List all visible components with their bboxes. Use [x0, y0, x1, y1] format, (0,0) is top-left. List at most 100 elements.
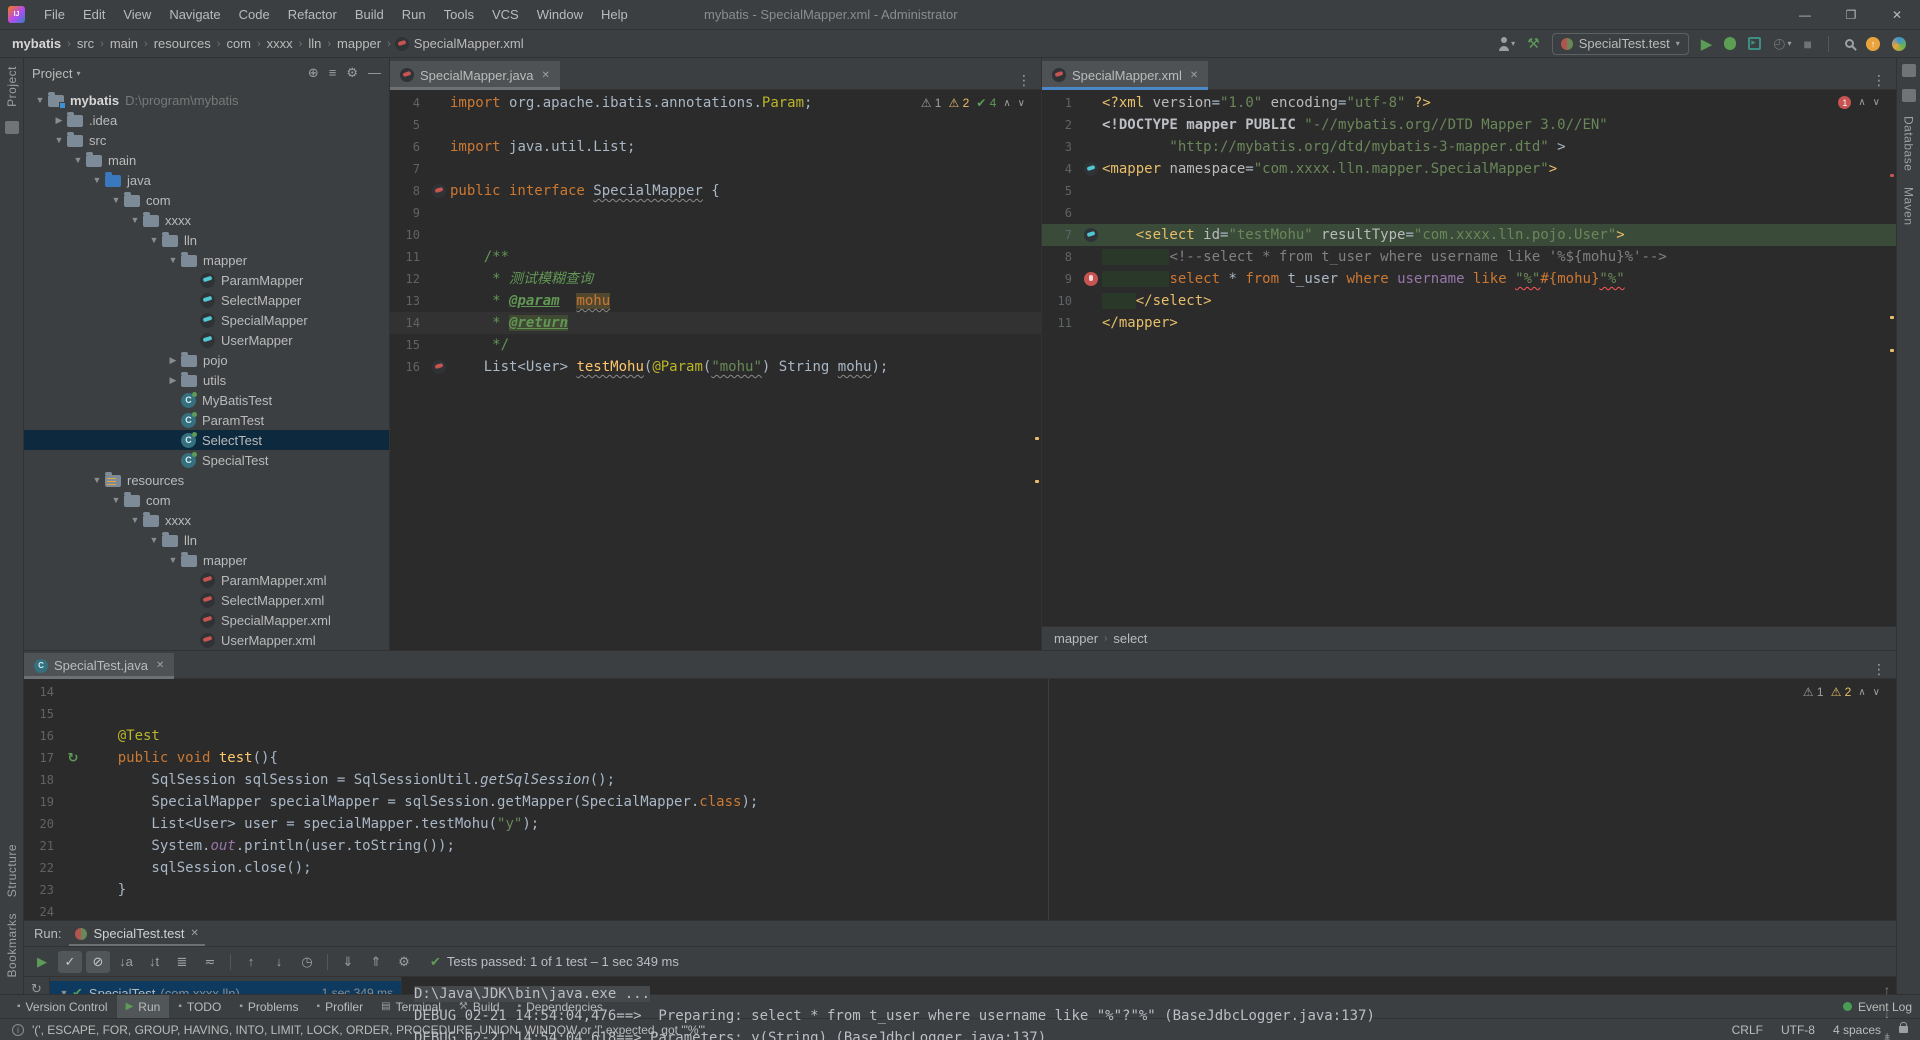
gear-icon[interactable]: ⚙ — [346, 65, 358, 81]
run-toolbar-icon-4[interactable]: ↓t — [142, 951, 166, 973]
tree-item-mapper[interactable]: ▼ mapper — [24, 550, 389, 570]
tree-chevron-icon[interactable]: ▼ — [165, 555, 181, 565]
tree-chevron-icon[interactable]: ▼ — [89, 175, 105, 185]
tree-item-paramtest[interactable]: C ParamTest — [24, 410, 389, 430]
menu-refactor[interactable]: Refactor — [279, 0, 346, 30]
tree-item-xxxx[interactable]: ▼ xxxx — [24, 210, 389, 230]
tree-item-selecttest[interactable]: C SelectTest — [24, 430, 389, 450]
menu-navigate[interactable]: Navigate — [160, 0, 229, 30]
toolwindow-button-run[interactable]: ▶ Run — [116, 995, 170, 1018]
run-test-gutter-icon[interactable]: ↻ — [68, 750, 79, 765]
test-results-tree[interactable]: ▼✔SpecialTest(com.xxxx.lln)1 sec 349 ms✔… — [50, 977, 402, 1025]
menu-file[interactable]: File — [35, 0, 74, 30]
run-toolbar-icon-10[interactable]: ⇓ — [336, 951, 360, 973]
tree-chevron-icon[interactable]: ▼ — [32, 95, 48, 105]
tree-chevron-icon[interactable]: ▼ — [89, 475, 105, 485]
tree-item-selectmapper[interactable]: SelectMapper — [24, 290, 389, 310]
menu-view[interactable]: View — [114, 0, 160, 30]
tree-chevron-icon[interactable]: ▼ — [127, 515, 143, 525]
stop-button[interactable]: ■ — [1804, 36, 1812, 52]
menu-edit[interactable]: Edit — [74, 0, 114, 30]
right-stripe-icon[interactable] — [1901, 89, 1916, 102]
readonly-lock-icon[interactable] — [1899, 1022, 1908, 1033]
breadcrumb-file[interactable]: SpecialMapper.xml — [394, 36, 524, 51]
tree-item-com[interactable]: ▼ com — [24, 490, 389, 510]
breadcrumb-item-mapper[interactable]: mapper — [335, 36, 383, 51]
console-icon-2[interactable]: ⇟ — [1882, 1031, 1892, 1040]
tree-item-xxxx[interactable]: ▼ xxxx — [24, 510, 389, 530]
breadcrumb-item-xxxx[interactable]: xxxx — [265, 36, 295, 51]
tree-item-usermapper.xml[interactable]: UserMapper.xml — [24, 630, 389, 650]
inspection-widget-xml[interactable]: 1 ∧ ∨ — [1838, 96, 1880, 109]
tree-chevron-icon[interactable]: ▼ — [108, 495, 124, 505]
tree-chevron-icon[interactable]: ▶ — [51, 115, 67, 126]
tab-specialmapper-xml[interactable]: SpecialMapper.xml ✕ — [1042, 61, 1209, 90]
search-everywhere-icon[interactable] — [1845, 39, 1854, 48]
hide-panel-icon[interactable]: — — [368, 65, 381, 81]
menu-tools[interactable]: Tools — [435, 0, 483, 30]
maximize-button[interactable]: ❐ — [1828, 0, 1874, 30]
inspection-widget-java[interactable]: ⚠ 1 ⚠ 2 ✔ 4 ∧ ∨ — [921, 96, 1025, 110]
java-code-area[interactable]: 4 import org.apache.ibatis.annotations.Pa… — [390, 90, 1041, 650]
breadcrumb-item-com[interactable]: com — [224, 36, 253, 51]
menu-vcs[interactable]: VCS — [483, 0, 528, 30]
menu-code[interactable]: Code — [230, 0, 279, 30]
breadcrumb-item-lln[interactable]: lln — [306, 36, 323, 51]
tree-item-mybatistest[interactable]: C MyBatisTest — [24, 390, 389, 410]
toolwindow-button-todo[interactable]: ▪ TODO — [169, 995, 230, 1018]
close-tab-icon[interactable]: ✕ — [156, 660, 164, 671]
run-console[interactable]: D:\Java\JDK\bin\java.exe ... DEBUG 02-21 … — [402, 977, 1896, 1040]
run-toolbar-icon-3[interactable]: ↓a — [114, 951, 138, 973]
tree-item-usermapper[interactable]: UserMapper — [24, 330, 389, 350]
menu-run[interactable]: Run — [393, 0, 435, 30]
tab-options-icon[interactable]: ⋮ — [1007, 72, 1041, 89]
update-notification-icon[interactable]: ↑ — [1866, 36, 1880, 51]
run-tab[interactable]: SpecialTest.test ✕ — [69, 921, 206, 946]
breadcrumb-item-mybatis[interactable]: mybatis — [10, 36, 63, 51]
tree-item-utils[interactable]: ▶ utils — [24, 370, 389, 390]
tree-item-mybatis[interactable]: ▼ mybatis D:\program\mybatis — [24, 90, 389, 110]
close-tab-icon[interactable]: ✕ — [541, 70, 549, 81]
run-config-select[interactable]: SpecialTest.test ▾ — [1551, 32, 1689, 55]
run-toolbar-icon-2[interactable]: ⊘ — [86, 950, 110, 973]
tree-chevron-icon[interactable]: ▼ — [127, 215, 143, 225]
close-button[interactable]: ✕ — [1874, 0, 1920, 30]
tree-item-specialtest[interactable]: C SpecialTest — [24, 450, 389, 470]
mybatis-gutter-icon[interactable] — [1084, 162, 1098, 176]
mybatis-gutter-icon[interactable] — [432, 184, 446, 198]
profiler-button[interactable]: ◴ ▾ — [1773, 35, 1791, 52]
xml-code-area[interactable]: 1 <?xml version="1.0" encoding="utf-8" ?>… — [1042, 90, 1896, 626]
tree-chevron-icon[interactable]: ▼ — [146, 235, 162, 245]
run-button[interactable]: ▶ — [1701, 35, 1713, 53]
chevron-down-icon[interactable]: ▾ — [76, 69, 80, 78]
tree-item-main[interactable]: ▼ main — [24, 150, 389, 170]
breadcrumb-mapper[interactable]: mapper — [1054, 631, 1098, 646]
mybatis-gutter-icon[interactable] — [432, 360, 446, 374]
breadcrumb-item-resources[interactable]: resources — [152, 36, 213, 51]
console-icon-1[interactable]: ↓ — [1884, 1007, 1890, 1021]
test-code-area[interactable]: 14 15 16 @Test 17 ↻ public void test(){18 Sq… — [24, 679, 1896, 920]
build-hammer-icon[interactable]: ⚒ — [1527, 35, 1540, 52]
tab-options-icon[interactable]: ⋮ — [1862, 72, 1896, 89]
tree-chevron-icon[interactable]: ▼ — [108, 195, 124, 205]
tree-chevron-icon[interactable]: ▼ — [165, 255, 181, 265]
minimize-button[interactable]: — — [1782, 0, 1828, 30]
toolwindow-button-version-control[interactable]: ▪ Version Control — [8, 995, 117, 1018]
inspection-widget-bottom[interactable]: ⚠ 1 ⚠ 2 ∧ ∨ — [1803, 685, 1880, 699]
code-with-me-icon[interactable] — [1892, 36, 1906, 51]
tree-chevron-icon[interactable]: ▶ — [165, 375, 181, 386]
close-tab-icon[interactable]: ✕ — [191, 928, 199, 939]
tree-item-mapper[interactable]: ▼ mapper — [24, 250, 389, 270]
tree-item-parammapper.xml[interactable]: ParamMapper.xml — [24, 570, 389, 590]
collapse-all-icon[interactable]: ≡ — [329, 65, 337, 81]
debug-button[interactable] — [1724, 37, 1737, 50]
breadcrumb-item-main[interactable]: main — [108, 36, 140, 51]
tree-chevron-icon[interactable]: ▼ — [146, 535, 162, 545]
notifications-icon[interactable] — [1901, 64, 1916, 77]
project-view-title[interactable]: Project — [32, 66, 72, 81]
tree-item-java[interactable]: ▼ java — [24, 170, 389, 190]
tree-item-pojo[interactable]: ▶ pojo — [24, 350, 389, 370]
tree-item-com[interactable]: ▼ com — [24, 190, 389, 210]
tree-item-lln[interactable]: ▼ lln — [24, 230, 389, 250]
tree-item-specialmapper.xml[interactable]: SpecialMapper.xml — [24, 610, 389, 630]
